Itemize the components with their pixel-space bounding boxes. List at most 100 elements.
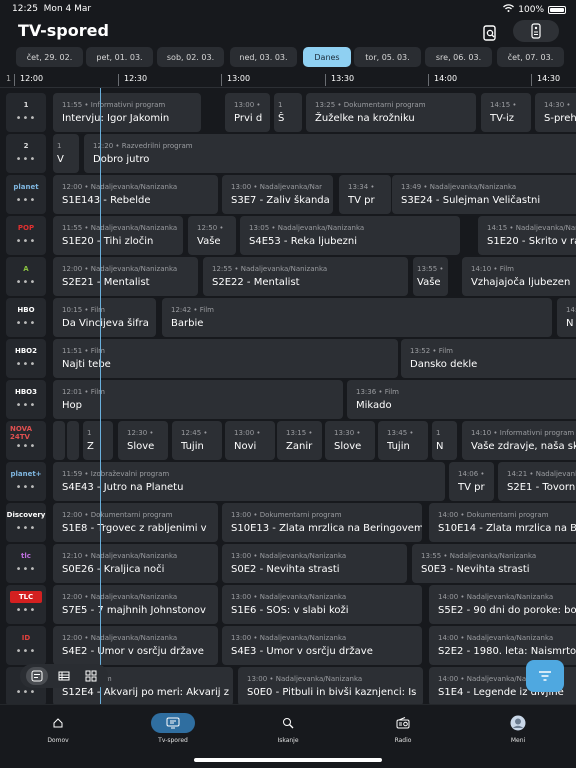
program-cell[interactable]: 12:30 • Slove bbox=[118, 421, 168, 460]
program-cell[interactable]: 11:55 • Informativni program Intervju: Ig… bbox=[53, 93, 201, 132]
channel-button[interactable]: A ••• bbox=[6, 257, 46, 296]
program-cell[interactable]: 12:00 • Nadaljevanka/Nanizanka S1E143 - R… bbox=[53, 175, 218, 214]
more-icon[interactable]: ••• bbox=[6, 359, 46, 370]
channel-button[interactable]: planet ••• bbox=[6, 175, 46, 214]
channel-button[interactable]: HBO3 ••• bbox=[6, 380, 46, 419]
program-cell[interactable]: 12:45 • Tujin bbox=[172, 421, 222, 460]
program-cell[interactable]: 13:05 • Nadaljevanka/Nanizanka S4E53 - Re… bbox=[240, 216, 460, 255]
program-cell[interactable]: 12:55 • Nadaljevanka/Nanizanka S2E22 - Me… bbox=[203, 257, 408, 296]
view-grid-button[interactable] bbox=[26, 667, 49, 685]
program-cell[interactable]: 1V bbox=[53, 134, 79, 173]
program-cell[interactable]: 12:00 • Nadaljevanka/Nanizanka S7E5 - 7 m… bbox=[53, 585, 218, 624]
more-icon[interactable]: ••• bbox=[6, 441, 46, 452]
more-icon[interactable]: ••• bbox=[6, 605, 46, 616]
program-cell[interactable]: 12:00 • Dokumentarni program S1E8 - Trgov… bbox=[53, 503, 218, 542]
channel-button[interactable]: HBO ••• bbox=[6, 298, 46, 337]
program-cell[interactable]: 14:10 • Film Vzhajajoča ljubezen bbox=[462, 257, 576, 296]
view-tiles-button[interactable] bbox=[80, 667, 102, 685]
program-cell[interactable]: 13:55 • Nadaljevanka/Nanizanka S0E3 - Nev… bbox=[412, 544, 576, 583]
channel-button[interactable]: TLC ••• bbox=[6, 585, 46, 624]
program-cell[interactable]: 12:10 • Nadaljevanka/Nanizanka S0E26 - Kr… bbox=[53, 544, 218, 583]
more-icon[interactable]: ••• bbox=[6, 113, 46, 124]
channel-button[interactable]: 2 ••• bbox=[6, 134, 46, 173]
program-cell[interactable]: 14:10 • Informativni program Vaše zdravje… bbox=[462, 421, 576, 460]
program-cell[interactable]: 14:21 • Nadaljevanka/S2E1 - Tovorn bbox=[498, 462, 576, 501]
program-cell[interactable]: 13:00 • Prvi d bbox=[225, 93, 270, 132]
program-cell[interactable]: 14:00 • Nadaljevanka/Nanizanka S5E2 - 90 … bbox=[429, 585, 576, 624]
program-cell[interactable]: 11:55 • Nadaljevanka/Nanizanka S1E20 - Ti… bbox=[53, 216, 183, 255]
more-icon[interactable]: ••• bbox=[6, 482, 46, 493]
more-icon[interactable]: ••• bbox=[6, 318, 46, 329]
tab-radio[interactable]: Radio bbox=[373, 713, 433, 744]
tab-domov[interactable]: Domov bbox=[28, 713, 88, 744]
program-cell[interactable]: 1Š bbox=[274, 93, 302, 132]
program-cell[interactable]: 14:00 • Dokumentarni program S10E14 - Zla… bbox=[429, 503, 576, 542]
channel-button[interactable]: ID ••• bbox=[6, 626, 46, 665]
program-cell[interactable] bbox=[53, 421, 65, 460]
program-cell[interactable]: 14:15 • TV-iz bbox=[481, 93, 531, 132]
more-icon[interactable]: ••• bbox=[6, 277, 46, 288]
channel-button[interactable]: 1 ••• bbox=[6, 93, 46, 132]
search-schedule-button[interactable] bbox=[480, 23, 500, 43]
program-cell[interactable]: 12:42 • Film Barbie bbox=[162, 298, 552, 337]
more-icon[interactable]: ••• bbox=[6, 523, 46, 534]
program-cell[interactable]: 14:30 • S-prehi bbox=[535, 93, 576, 132]
more-icon[interactable]: ••• bbox=[6, 195, 46, 206]
tab-meni[interactable]: Meni bbox=[488, 713, 548, 744]
program-cell[interactable]: 12:20 • Razvedrilni program Dobro jutro bbox=[84, 134, 576, 173]
program-cell[interactable]: 12:01 • Film Hop bbox=[53, 380, 343, 419]
program-cell[interactable]: 11:59 • Izobraževalni program S4E43 - Jut… bbox=[53, 462, 445, 501]
more-icon[interactable]: ••• bbox=[6, 687, 46, 698]
tab-iskanje[interactable]: Iskanje bbox=[258, 713, 318, 744]
program-cell[interactable]: 13:00 • Nadaljevanka/Nanizanka S0E0 - Pit… bbox=[238, 667, 423, 704]
program-cell[interactable]: 14:06 • TV pr bbox=[449, 462, 494, 501]
program-cell[interactable]: 13:00 • Nadaljevanka/Nanizanka S4E3 - Umo… bbox=[222, 626, 422, 665]
program-cell[interactable] bbox=[67, 421, 79, 460]
program-cell[interactable]: 13:49 • Nadaljevanka/Nanizanka S3E24 - Su… bbox=[392, 175, 576, 214]
day-tab-4[interactable]: Danes bbox=[303, 47, 351, 67]
day-tab-2[interactable]: sob, 02. 03. bbox=[157, 47, 224, 67]
program-cell[interactable]: 13:00 • Nadaljevanka/Nar S3E7 - Zaliv ška… bbox=[222, 175, 333, 214]
epg-grid[interactable]: 1 ••• 11:55 • Informativni program Intervju… bbox=[0, 91, 576, 704]
channel-button[interactable]: HBO2 ••• bbox=[6, 339, 46, 378]
program-cell[interactable]: 11:51 • Film Najti tebe bbox=[53, 339, 398, 378]
more-icon[interactable]: ••• bbox=[6, 400, 46, 411]
day-tab-5[interactable]: tor, 05. 03. bbox=[354, 47, 421, 67]
channel-button[interactable]: NOVA 24TV ••• bbox=[6, 421, 46, 460]
more-icon[interactable]: ••• bbox=[6, 646, 46, 657]
program-cell[interactable]: 13:15 • Zanir bbox=[277, 421, 322, 460]
program-cell[interactable]: 1N bbox=[432, 421, 457, 460]
day-tab-7[interactable]: čet, 07. 03. bbox=[497, 47, 564, 67]
more-icon[interactable]: ••• bbox=[6, 564, 46, 575]
program-cell[interactable]: 1Z bbox=[83, 421, 113, 460]
program-cell[interactable]: 13:55 • Vaše bbox=[413, 257, 448, 296]
day-tab-1[interactable]: pet, 01. 03. bbox=[86, 47, 153, 67]
more-icon[interactable]: ••• bbox=[6, 154, 46, 165]
channel-button[interactable]: tlc ••• bbox=[6, 544, 46, 583]
channel-button[interactable]: Discovery ••• bbox=[6, 503, 46, 542]
day-tab-6[interactable]: sre, 06. 03. bbox=[425, 47, 492, 67]
channel-button[interactable]: POP ••• bbox=[6, 216, 46, 255]
program-cell[interactable]: 13:36 • Film Mikado bbox=[347, 380, 576, 419]
more-icon[interactable]: ••• bbox=[6, 236, 46, 247]
program-cell[interactable]: 13:25 • Dokumentarni program Žuželke na k… bbox=[306, 93, 476, 132]
program-cell[interactable]: 13:45 • Tujin bbox=[378, 421, 428, 460]
day-tab-0[interactable]: čet, 29. 02. bbox=[16, 47, 83, 67]
program-cell[interactable]: 14: N bbox=[557, 298, 576, 337]
view-list-button[interactable] bbox=[53, 667, 75, 685]
day-tab-3[interactable]: ned, 03. 03. bbox=[230, 47, 297, 67]
program-cell[interactable]: 13:00 • Nadaljevanka/Nanizanka S0E2 - Nev… bbox=[222, 544, 407, 583]
program-cell[interactable]: 13:00 • Dokumentarni program S10E13 - Zla… bbox=[222, 503, 422, 542]
filter-button[interactable] bbox=[526, 660, 564, 692]
program-cell[interactable]: 12:50 • Vaše bbox=[188, 216, 236, 255]
remote-button[interactable] bbox=[513, 20, 559, 42]
tab-tv-spored[interactable]: Tv-spored bbox=[143, 713, 203, 744]
program-cell[interactable]: 13:30 • Slove bbox=[325, 421, 375, 460]
program-cell[interactable]: 13:00 • Nadaljevanka/Nanizanka S1E6 - SOS… bbox=[222, 585, 422, 624]
program-cell[interactable]: 12:00 • Nadaljevanka/Nanizanka S2E21 - Me… bbox=[53, 257, 198, 296]
program-cell[interactable]: 12:00 • Nadaljevanka/Nanizanka S4E2 - Umo… bbox=[53, 626, 218, 665]
program-cell[interactable]: 13:34 • TV pr bbox=[339, 175, 391, 214]
program-cell[interactable]: 13:00 • Novi bbox=[225, 421, 275, 460]
program-cell[interactable]: 13:52 • Film Dansko dekle bbox=[401, 339, 576, 378]
program-cell[interactable]: 10:15 • Film Da Vincijeva šifra bbox=[53, 298, 156, 337]
